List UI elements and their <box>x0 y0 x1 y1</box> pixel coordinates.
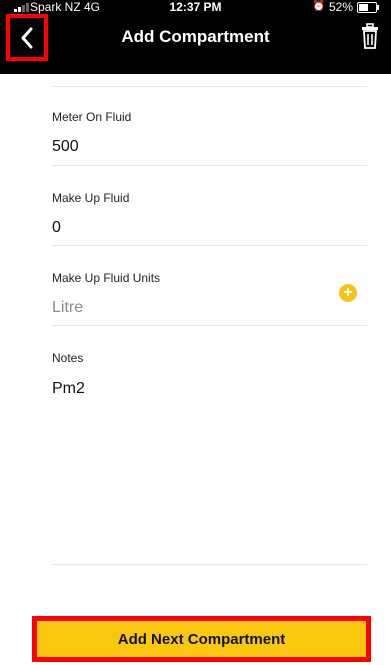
make-up-fluid-input[interactable]: 0 <box>52 219 61 237</box>
page-title: Add Compartment <box>121 27 270 46</box>
trash-icon[interactable] <box>361 23 379 49</box>
status-bar: Spark NZ 4G 12:37 PM ⏰ 52% <box>0 0 391 14</box>
notes-label: Notes <box>52 351 84 365</box>
alarm-icon: ⏰ <box>312 1 325 12</box>
notes-field[interactable]: Notes Pm2 <box>52 325 367 565</box>
meter-on-fluid-field[interactable]: Meter On Fluid 500 <box>52 94 367 166</box>
meter-on-fluid-input[interactable]: 500 <box>52 138 79 156</box>
make-up-fluid-units-input[interactable]: Litre <box>52 299 83 317</box>
meter-on-fluid-label: Meter On Fluid <box>52 110 132 124</box>
notes-input[interactable]: Pm2 <box>52 380 85 398</box>
add-next-compartment-button[interactable]: Add Next Compartment <box>32 616 371 662</box>
make-up-fluid-units-field[interactable]: Make Up Fluid Units Litre + <box>52 245 367 326</box>
plus-circle-icon[interactable]: + <box>339 284 357 302</box>
make-up-fluid-label: Make Up Fluid <box>52 191 130 205</box>
make-up-fluid-field[interactable]: Make Up Fluid 0 <box>52 165 367 246</box>
battery-percent: 52% <box>328 0 353 14</box>
nav-bar: Add Compartment <box>0 14 391 74</box>
previous-field-cutoff <box>52 74 367 87</box>
battery-icon <box>357 1 379 13</box>
make-up-fluid-units-label: Make Up Fluid Units <box>52 271 161 285</box>
